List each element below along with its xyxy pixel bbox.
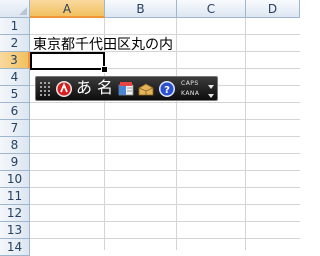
row-header-6[interactable]: 6 bbox=[0, 103, 30, 120]
column-header-c[interactable]: C bbox=[177, 0, 246, 18]
row-header-3[interactable]: 3 bbox=[0, 52, 30, 69]
input-mode-button[interactable]: あ bbox=[76, 78, 92, 98]
row-header-10[interactable]: 10 bbox=[0, 171, 30, 188]
cell-a2[interactable]: 東京都千代田区丸の内 bbox=[33, 37, 173, 53]
gridline bbox=[30, 119, 300, 120]
dictionary-icon[interactable] bbox=[117, 80, 135, 98]
gridline bbox=[30, 204, 300, 205]
help-icon[interactable]: ? bbox=[158, 80, 176, 98]
row-header-8[interactable]: 8 bbox=[0, 137, 30, 154]
caps-lock-indicator: CAPS bbox=[181, 80, 199, 87]
row-header-14[interactable]: 14 bbox=[0, 239, 30, 256]
gridline bbox=[30, 170, 300, 171]
row-header-4[interactable]: 4 bbox=[0, 69, 30, 86]
row-header-12[interactable]: 12 bbox=[0, 205, 30, 222]
active-cell-a3[interactable] bbox=[30, 52, 105, 70]
gridline bbox=[30, 221, 300, 222]
row-header-9[interactable]: 9 bbox=[0, 154, 30, 171]
ime-language-bar[interactable]: あ 名 ? CAPS KANA bbox=[35, 76, 218, 101]
row-header-1[interactable]: 1 bbox=[0, 18, 30, 35]
kana-dropdown-icon[interactable] bbox=[208, 94, 214, 98]
column-header-d[interactable]: D bbox=[246, 0, 300, 18]
toolbox-icon[interactable] bbox=[137, 80, 155, 98]
row-header-5[interactable]: 5 bbox=[0, 86, 30, 103]
column-header-b[interactable]: B bbox=[105, 0, 177, 18]
gridline bbox=[176, 18, 177, 250]
caps-dropdown-icon[interactable] bbox=[208, 85, 214, 89]
row-header-7[interactable]: 7 bbox=[0, 120, 30, 137]
gridline bbox=[30, 187, 300, 188]
column-header-a[interactable]: A bbox=[30, 0, 105, 18]
gridline bbox=[30, 153, 300, 154]
gridline bbox=[245, 18, 246, 250]
spreadsheet-grid: A B C D 1 2 3 4 5 6 7 8 9 10 11 12 13 14… bbox=[0, 0, 300, 256]
gridline bbox=[30, 136, 300, 137]
row-header-13[interactable]: 13 bbox=[0, 222, 30, 239]
conversion-mode-button[interactable]: 名 bbox=[97, 78, 113, 98]
select-all-button[interactable] bbox=[0, 0, 30, 18]
gridline bbox=[30, 238, 300, 239]
gridline bbox=[30, 102, 300, 103]
kana-lock-indicator: KANA bbox=[181, 90, 200, 97]
svg-text:?: ? bbox=[164, 85, 170, 96]
toolbar-grip-handle[interactable] bbox=[39, 81, 51, 96]
row-header-11[interactable]: 11 bbox=[0, 188, 30, 205]
gridline bbox=[30, 34, 300, 35]
row-header-2[interactable]: 2 bbox=[0, 35, 30, 52]
fill-handle[interactable] bbox=[101, 66, 108, 73]
ime-logo-icon[interactable] bbox=[55, 80, 73, 98]
